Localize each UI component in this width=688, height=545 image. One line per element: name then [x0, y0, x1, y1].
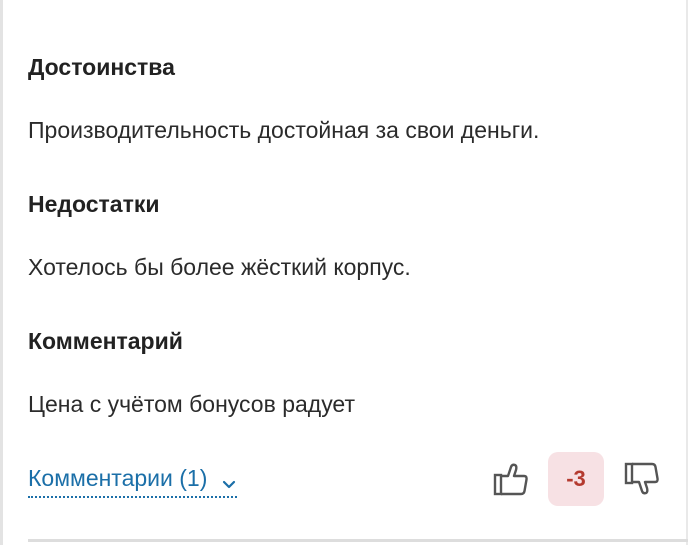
- review-footer: Комментарии (1) -3: [0, 448, 688, 508]
- comment-title: Комментарий: [28, 328, 183, 354]
- comments-link-label: Комментарии (1): [28, 465, 208, 491]
- review-divider: [28, 539, 688, 542]
- pros-title: Достоинства: [28, 54, 175, 80]
- thumb-up-icon[interactable]: [493, 462, 529, 496]
- comments-toggle-link[interactable]: Комментарии (1): [28, 460, 238, 498]
- pros-text: Производительность достойная за свои ден…: [28, 117, 540, 143]
- vote-score-badge: -3: [548, 452, 604, 506]
- cons-title: Недостатки: [28, 191, 160, 217]
- comment-text: Цена с учётом бонусов радует: [28, 391, 355, 417]
- thumb-down-icon[interactable]: [624, 462, 660, 496]
- chevron-down-icon: [221, 468, 237, 489]
- cons-text: Хотелось бы более жёсткий корпус.: [28, 254, 411, 280]
